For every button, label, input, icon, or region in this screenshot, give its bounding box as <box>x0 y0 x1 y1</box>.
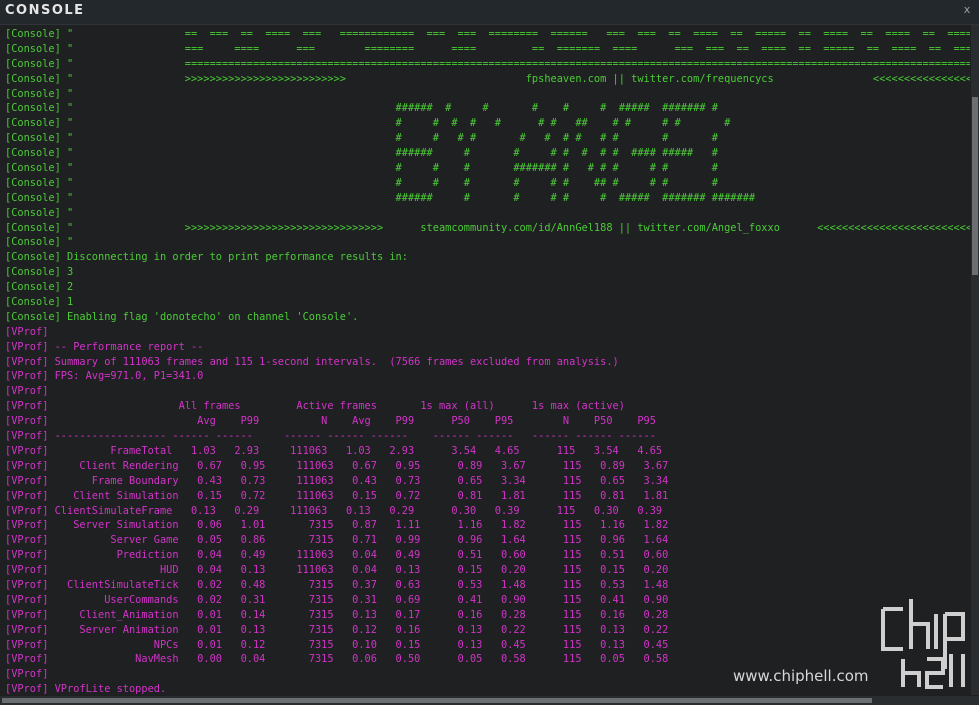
console-line: [Console] " # # # # # # # # # # # # <box>5 132 718 145</box>
console-line: [VProf] <box>5 385 49 398</box>
console-line: [Console] 3 <box>5 266 74 279</box>
console-line: [Console] " ###### # # # # # # # #### ##… <box>5 147 718 160</box>
console-output[interactable]: [Console] " == === == ==== === =========… <box>0 25 970 695</box>
console-line: [VProf] UserCommands 0.02 0.31 7315 0.31… <box>5 593 669 606</box>
horizontal-scrollbar-thumb[interactable] <box>2 698 872 703</box>
console-line: [VProf] All frames Active frames 1s max … <box>5 400 625 413</box>
console-line: [VProf] HUD 0.04 0.13 111063 0.04 0.13 0… <box>5 564 669 577</box>
window-title: CONSOLE <box>5 3 85 18</box>
console-line: [VProf] Frame Boundary 0.43 0.73 111063 … <box>5 474 669 487</box>
console-line: [VProf] -- Performance report -- <box>5 340 204 353</box>
console-line: [VProf] FPS: Avg=971.0, P1=341.0 <box>5 370 204 383</box>
console-line: [VProf] Server Animation 0.01 0.13 7315 … <box>5 623 669 636</box>
console-line: [VProf] NavMesh 0.00 0.04 7315 0.06 0.50… <box>5 653 669 666</box>
vertical-scrollbar-thumb[interactable] <box>972 97 978 275</box>
console-line: [Console] " ###### # # # # # ##### #####… <box>5 191 756 204</box>
console-line: [Console] 2 <box>5 281 74 294</box>
console-line: [VProf] Server Simulation 0.06 1.01 7315… <box>5 519 669 532</box>
console-line: [Console] " <box>5 206 74 219</box>
close-icon[interactable]: x <box>961 3 973 17</box>
console-line: [Console] " # # # # # # # ## # # # # # <box>5 117 731 130</box>
console-line: [Console] " === ==== === ======== ==== =… <box>5 42 970 55</box>
console-line: [VProf] FrameTotal 1.03 2.93 111063 1.03… <box>5 444 663 457</box>
vertical-scrollbar[interactable] <box>971 25 979 695</box>
horizontal-scrollbar[interactable] <box>0 696 979 705</box>
console-line: [Console] " # # # ####### # # # # # # # <box>5 162 718 175</box>
console-line: [Console] 1 <box>5 296 74 309</box>
console-line: [Console] " >>>>>>>>>>>>>>>>>>>>>>>>>>>>… <box>5 221 970 234</box>
console-line: [VProf] Server Game 0.05 0.86 7315 0.71 … <box>5 534 669 547</box>
console-line: [Console] " <box>5 87 74 100</box>
console-titlebar[interactable]: CONSOLE x <box>0 0 979 25</box>
console-line: [VProf] Prediction 0.04 0.49 111063 0.04… <box>5 549 669 562</box>
console-line: [VProf] ClientSimulateFrame 0.13 0.29 11… <box>5 504 663 517</box>
console-line: [Console] " >>>>>>>>>>>>>>>>>>>>>>>>>> f… <box>5 72 970 85</box>
console-line: [VProf] <box>5 668 49 681</box>
console-line: [VProf] Client Rendering 0.67 0.95 11106… <box>5 459 669 472</box>
console-line: [Console] " ###### # # # # # ##### #####… <box>5 102 718 115</box>
console-line: [Console] Enabling flag 'donotecho' on c… <box>5 310 359 323</box>
console-line: [Console] " == === == ==== === =========… <box>5 28 970 40</box>
console-line: [Console] Disconnecting in order to prin… <box>5 251 408 264</box>
console-line: [Console] " # # # # # # ## # # # # <box>5 176 718 189</box>
console-line: [VProf] ------------------ ------ ------… <box>5 430 656 443</box>
console-line: [VProf] VProfLite stopped. <box>5 683 167 695</box>
console-line: [Console] " <box>5 236 74 249</box>
console-line: [VProf] Client Simulation 0.15 0.72 1110… <box>5 489 669 502</box>
console-line: [VProf] Client_Animation 0.01 0.14 7315 … <box>5 608 669 621</box>
console-lines: [Console] " == === == ==== === =========… <box>0 25 970 695</box>
console-line: [Console] " ============================… <box>5 57 970 70</box>
console-line: [VProf] <box>5 325 49 338</box>
console-line: [VProf] ClientSimulateTick 0.02 0.48 731… <box>5 578 669 591</box>
console-line: [VProf] Summary of 111063 frames and 115… <box>5 355 619 368</box>
console-line: [VProf] Avg P99 N Avg P99 P50 P95 N P50 … <box>5 415 656 428</box>
console-line: [VProf] NPCs 0.01 0.12 7315 0.10 0.15 0.… <box>5 638 669 651</box>
